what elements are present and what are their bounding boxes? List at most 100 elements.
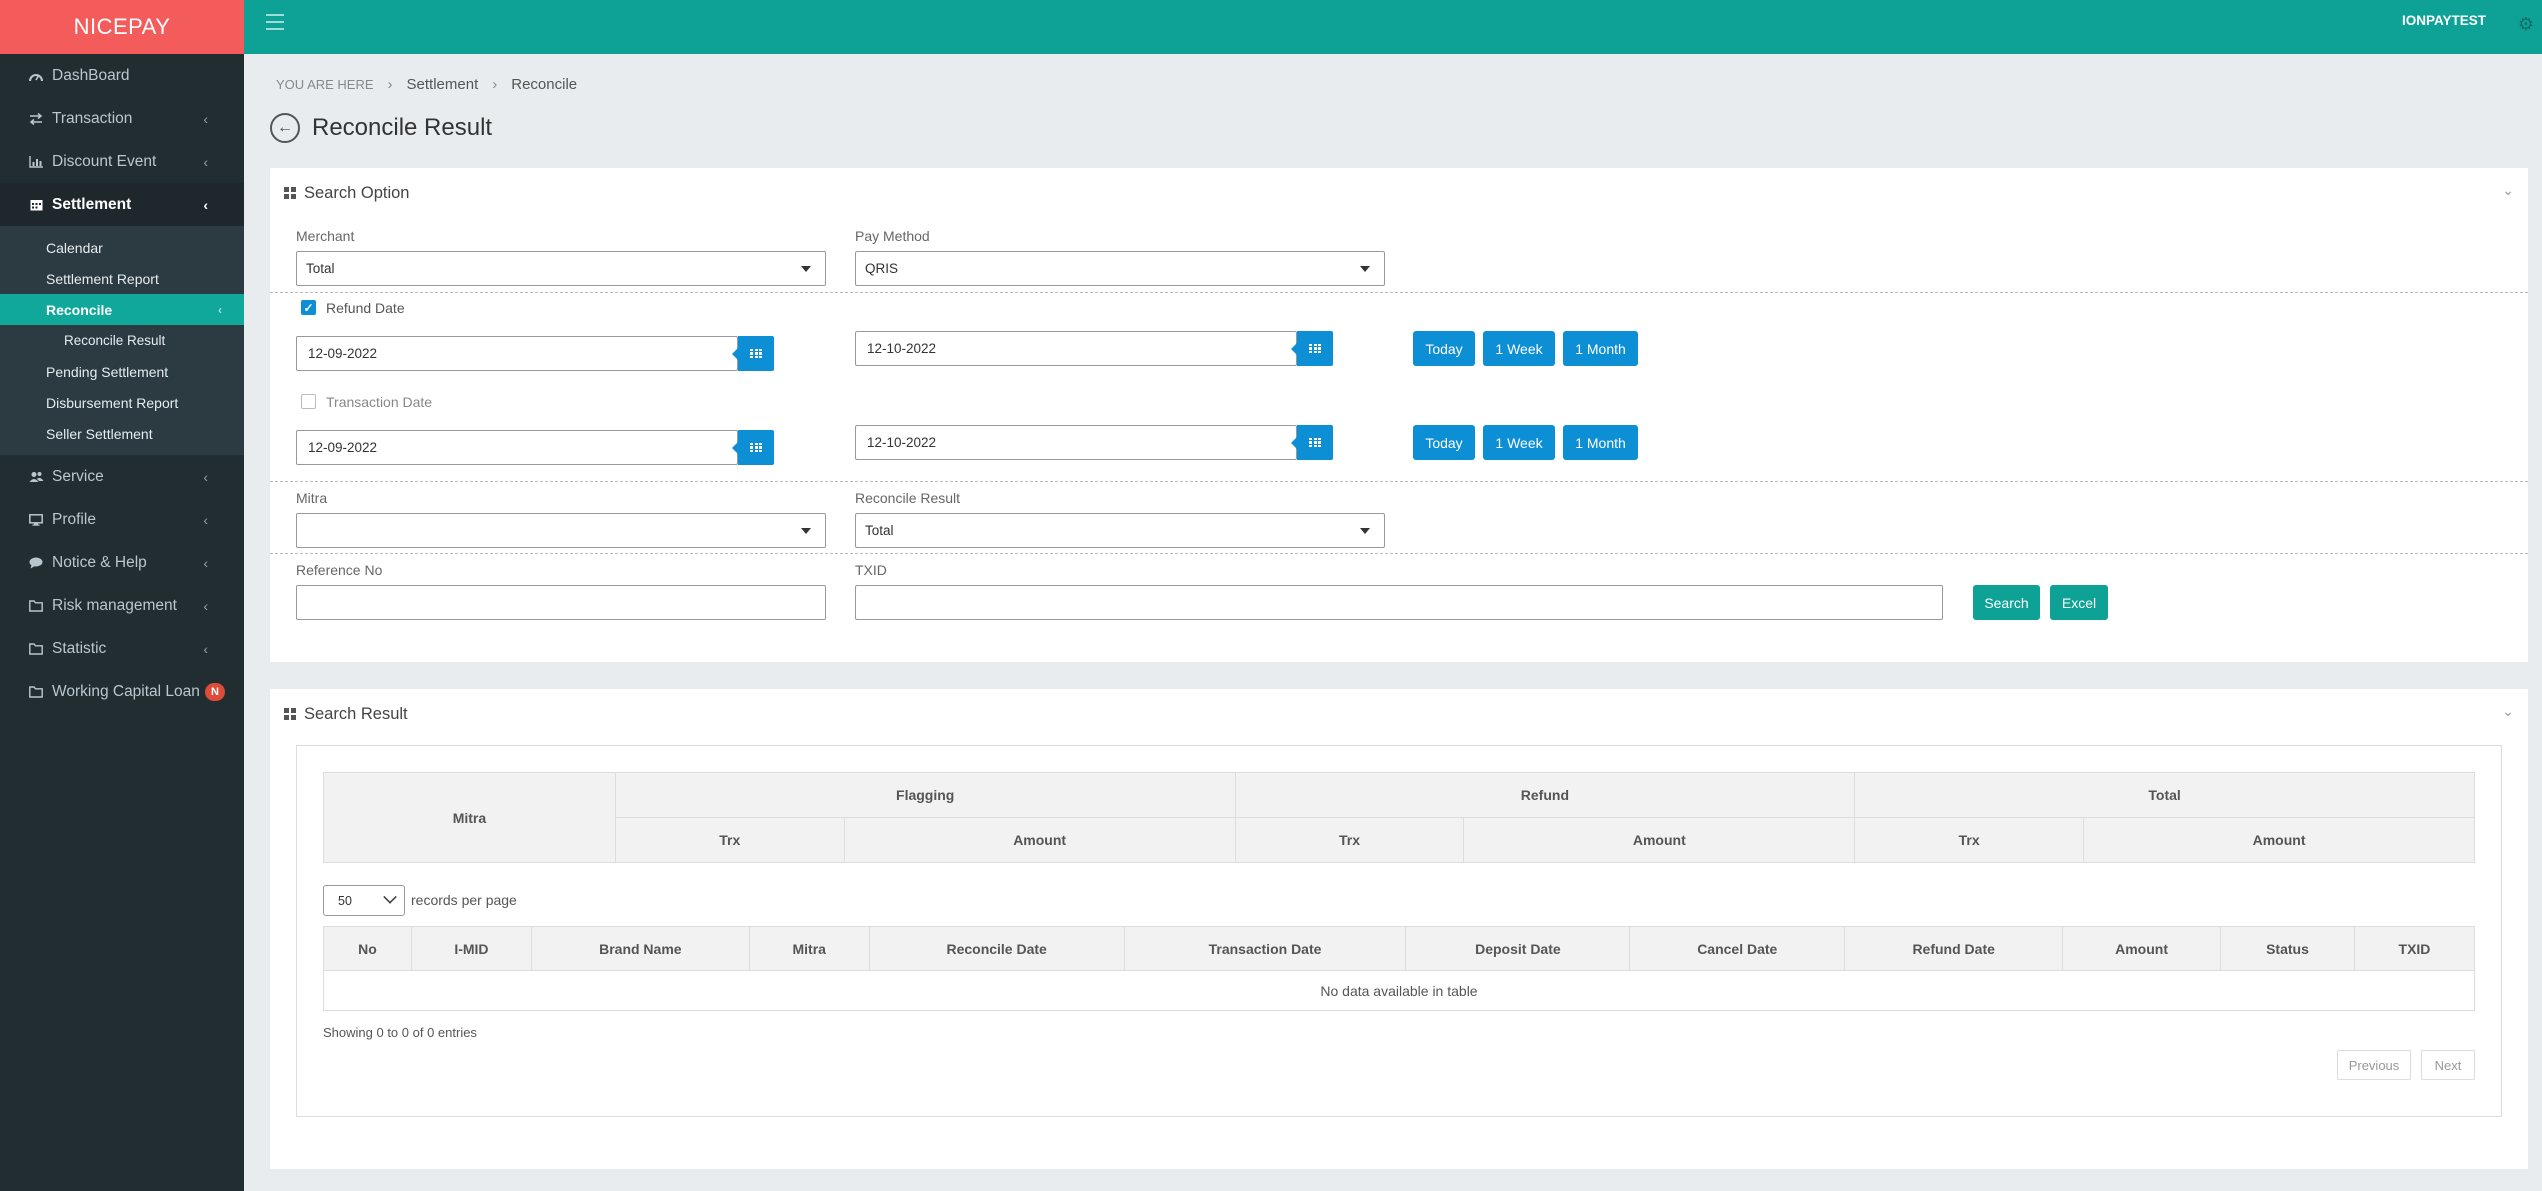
summary-header-trx[interactable]: Trx	[1854, 817, 2085, 863]
sidebar-item-label: Settlement	[52, 195, 132, 213]
menu-toggle-icon[interactable]	[266, 14, 284, 30]
calendar-icon	[1309, 343, 1321, 354]
brand-logo[interactable]: NICEPAY	[0, 0, 244, 54]
refund-date-checkbox[interactable]: ✓	[301, 300, 316, 315]
summary-header-amount[interactable]: Amount	[1463, 817, 1856, 863]
transaction-date-to-input[interactable]: 12-10-2022	[855, 425, 1297, 460]
previous-page-button[interactable]: Previous	[2337, 1050, 2411, 1080]
submenu-item-settlement-report[interactable]: Settlement Report	[0, 263, 244, 294]
users-icon	[28, 469, 44, 485]
sidebar-item-dashboard[interactable]: DashBoard	[0, 54, 244, 97]
breadcrumb-settlement[interactable]: Settlement	[407, 76, 479, 93]
submenu-item-reconcile-result[interactable]: Reconcile Result	[0, 325, 244, 356]
sidebar-item-notice-help[interactable]: Notice & Help ‹	[0, 541, 244, 584]
breadcrumb-reconcile[interactable]: Reconcile	[511, 76, 577, 93]
column-header-txid[interactable]: TXID	[2353, 926, 2476, 971]
transaction-date-from-input[interactable]: 12-09-2022	[296, 430, 738, 465]
chevron-left-icon: ‹	[203, 640, 208, 657]
search-option-header: Search Option ⌄	[270, 168, 2528, 218]
column-header-transaction-date[interactable]: Transaction Date	[1123, 926, 1407, 971]
column-header-cancel-date[interactable]: Cancel Date	[1629, 926, 1846, 971]
transaction-date-checkbox[interactable]	[301, 394, 316, 409]
summary-header-trx[interactable]: Trx	[614, 817, 845, 863]
one-month-button[interactable]: 1 Month	[1563, 331, 1638, 366]
column-header-reconcile-date[interactable]: Reconcile Date	[868, 926, 1125, 971]
sidebar-item-label: Notice & Help	[52, 553, 147, 571]
sidebar-item-statistic[interactable]: Statistic ‹	[0, 627, 244, 670]
search-button[interactable]: Search	[1973, 585, 2040, 620]
divider	[270, 292, 2528, 293]
records-per-page-select[interactable]: 50	[323, 885, 405, 916]
one-week-button[interactable]: 1 Week	[1483, 425, 1555, 460]
panel-title: Search Result	[304, 704, 408, 723]
mitra-label: Mitra	[296, 490, 328, 506]
mitra-select[interactable]	[296, 513, 826, 548]
submenu-item-calendar[interactable]: Calendar	[0, 232, 244, 263]
chevron-left-icon: ‹	[203, 153, 208, 170]
sidebar-item-label: Transaction	[52, 109, 133, 127]
records-per-page-label: records per page	[411, 892, 517, 908]
txid-label: TXID	[855, 562, 887, 578]
pay-method-value: QRIS	[865, 261, 899, 276]
refund-date-to-input[interactable]: 12-10-2022	[855, 331, 1297, 366]
gear-icon[interactable]: ⚙	[2518, 14, 2534, 35]
summary-header-mitra[interactable]: Mitra	[323, 772, 616, 863]
submenu-item-disbursement-report[interactable]: Disbursement Report	[0, 387, 244, 418]
txid-input[interactable]	[855, 585, 1943, 620]
transaction-date-label: Transaction Date	[326, 394, 433, 410]
column-header-mitra[interactable]: Mitra	[748, 926, 870, 971]
today-button[interactable]: Today	[1413, 331, 1475, 366]
caret-down-icon	[801, 528, 811, 534]
column-header-amount[interactable]: Amount	[2062, 926, 2222, 971]
submenu-item-reconcile[interactable]: Reconcile ‹	[0, 294, 244, 325]
column-header-brand-name[interactable]: Brand Name	[530, 926, 750, 971]
next-page-button[interactable]: Next	[2421, 1050, 2475, 1080]
search-option-panel: Search Option ⌄ Merchant Total Pay Metho…	[270, 168, 2528, 662]
chevron-left-icon: ‹	[203, 196, 208, 213]
sidebar-item-discount-event[interactable]: Discount Event ‹	[0, 140, 244, 183]
pay-method-select[interactable]: QRIS	[855, 251, 1385, 286]
calendar-button[interactable]	[1291, 331, 1333, 366]
sidebar-item-label: Discount Event	[52, 152, 157, 170]
excel-button[interactable]: Excel	[2050, 585, 2108, 620]
sidebar-item-transaction[interactable]: Transaction ‹	[0, 97, 244, 140]
chevron-down-icon[interactable]: ⌄	[2502, 182, 2514, 199]
exchange-icon	[28, 111, 44, 127]
calendar-button[interactable]	[1291, 425, 1333, 460]
column-header-no[interactable]: No	[323, 926, 412, 971]
column-header-refund-date[interactable]: Refund Date	[1844, 926, 2064, 971]
one-month-button[interactable]: 1 Month	[1563, 425, 1638, 460]
refund-date-from-input[interactable]: 12-09-2022	[296, 336, 738, 371]
column-header-imid[interactable]: I-MID	[410, 926, 532, 971]
merchant-select[interactable]: Total	[296, 251, 826, 286]
sidebar-item-profile[interactable]: Profile ‹	[0, 498, 244, 541]
calendar-button[interactable]	[732, 336, 774, 371]
sidebar-item-service[interactable]: Service ‹	[0, 455, 244, 498]
user-name[interactable]: IONPAYTEST	[2402, 13, 2486, 28]
summary-header-amount[interactable]: Amount	[843, 817, 1236, 863]
sidebar-item-risk-management[interactable]: Risk management ‹	[0, 584, 244, 627]
caret-down-icon	[801, 266, 811, 272]
dashboard-icon	[28, 68, 44, 84]
back-arrow-icon[interactable]: ←	[270, 113, 300, 143]
one-week-button[interactable]: 1 Week	[1483, 331, 1555, 366]
sidebar-item-settlement[interactable]: Settlement ‹	[0, 183, 244, 226]
reconcile-result-select[interactable]: Total	[855, 513, 1385, 548]
today-button[interactable]: Today	[1413, 425, 1475, 460]
column-header-deposit-date[interactable]: Deposit Date	[1405, 926, 1631, 971]
caret-down-icon	[1360, 266, 1370, 272]
calendar-button[interactable]	[732, 430, 774, 465]
summary-header-trx[interactable]: Trx	[1234, 817, 1465, 863]
reference-no-input[interactable]	[296, 585, 826, 620]
column-header-status[interactable]: Status	[2220, 926, 2355, 971]
summary-header-amount[interactable]: Amount	[2083, 817, 2475, 863]
chevron-down-icon[interactable]: ⌄	[2502, 703, 2514, 720]
submenu-item-seller-settlement[interactable]: Seller Settlement	[0, 418, 244, 449]
chevron-down-icon	[383, 890, 397, 904]
submenu-item-label: Reconcile	[46, 301, 113, 318]
calendar-icon	[1309, 437, 1321, 448]
submenu-item-pending-settlement[interactable]: Pending Settlement	[0, 356, 244, 387]
sidebar-item-working-capital-loan[interactable]: Working Capital Loan N	[0, 670, 244, 713]
sidebar-item-label: DashBoard	[52, 66, 130, 84]
settlement-submenu: Calendar Settlement Report Reconcile ‹ R…	[0, 226, 244, 455]
